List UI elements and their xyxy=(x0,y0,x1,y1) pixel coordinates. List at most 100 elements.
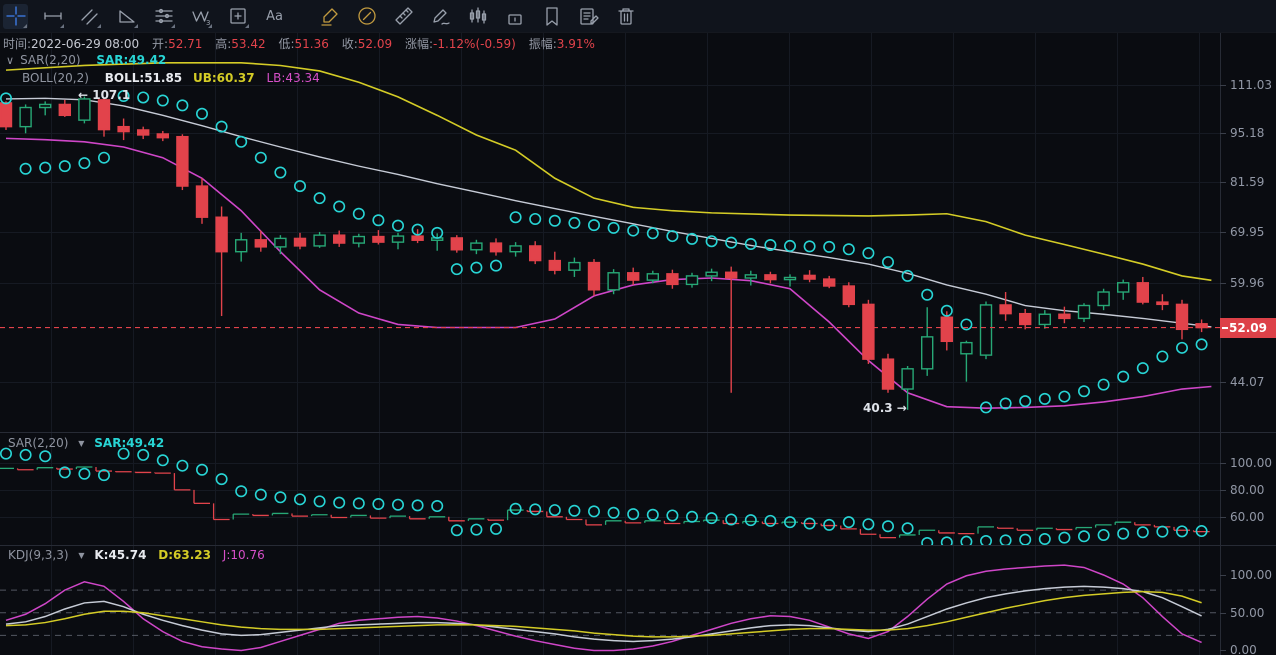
elliott-wave-tool[interactable]: 3 xyxy=(188,4,213,29)
rectangle-tool[interactable] xyxy=(225,4,250,29)
boll-ub-value: UB:60.37 xyxy=(193,71,255,85)
highlighter-icon xyxy=(319,5,341,27)
axis-label-main: 59.96 xyxy=(1230,276,1264,290)
dropdown-corner-icon xyxy=(97,24,101,28)
axis-tick xyxy=(1220,182,1226,183)
amplitude-label: 振幅: xyxy=(529,37,557,51)
high-value: 53.42 xyxy=(231,37,265,51)
drawing-toolbar: 3 Aa xyxy=(0,0,1276,33)
highlighter-tool[interactable] xyxy=(317,4,342,29)
dropdown-corner-icon xyxy=(23,24,27,28)
dropdown-corner-icon xyxy=(245,24,249,28)
kdj-j-value: J:10.76 xyxy=(223,548,265,562)
dropdown-corner-icon xyxy=(171,24,175,28)
kdj-d-value: D:63.23 xyxy=(158,548,211,562)
notes-tool[interactable] xyxy=(576,4,601,29)
axis-label-main: 69.95 xyxy=(1230,225,1264,239)
candle-pattern-tool[interactable] xyxy=(465,4,490,29)
pen-squiggle-icon xyxy=(430,5,452,27)
circle-ruler-icon xyxy=(356,5,378,27)
ohlc-info-line: 时间:2022-06-29 08:00 开:52.71 高:53.42 低:51… xyxy=(3,35,604,52)
time-value: 2022-06-29 08:00 xyxy=(31,37,139,51)
axis-tick xyxy=(1220,463,1226,464)
change-label: 涨幅: xyxy=(405,37,433,51)
high-price-annotation: ← 107.1 xyxy=(78,88,130,102)
axis-tick xyxy=(1220,490,1226,491)
text-tool[interactable]: Aa xyxy=(262,4,287,29)
trend-line-tool[interactable] xyxy=(77,4,102,29)
boll-indicator-name: BOLL(20,2) xyxy=(22,71,89,85)
kdj-k-value: K:45.74 xyxy=(94,548,146,562)
kdj-indicator-name: KDJ(9,3,3) xyxy=(8,548,69,562)
axis-label-main: 81.59 xyxy=(1230,175,1264,189)
text-tool-icon: Aa xyxy=(266,9,283,24)
kdj-pane xyxy=(0,565,1220,650)
lock-tool[interactable] xyxy=(502,4,527,29)
sar-value: SAR:49.42 xyxy=(96,53,166,67)
axis-tick xyxy=(1220,85,1226,86)
axis-tick xyxy=(1220,517,1226,518)
boll-legend-row[interactable]: BOLL(20,2) BOLL:51.85 UB:60.37 LB:43.34 xyxy=(22,71,320,85)
low-label: 低: xyxy=(278,37,294,51)
axis-tick xyxy=(1220,575,1226,576)
crosshair-tool[interactable] xyxy=(3,4,28,29)
high-label: 高: xyxy=(215,37,231,51)
pane2-sar-value: SAR:49.42 xyxy=(94,436,164,450)
triangle-down-icon[interactable]: ▼ xyxy=(78,551,84,560)
main-pane xyxy=(1,63,1212,413)
axis-label-pane2: 60.00 xyxy=(1230,510,1264,524)
last-price-badge: 52.09 xyxy=(1220,318,1276,338)
triangle-tool[interactable] xyxy=(114,4,139,29)
axis-label-pane3: 0.00 xyxy=(1230,643,1257,655)
circle-measure-tool[interactable] xyxy=(354,4,379,29)
trading-app: 3 Aa xyxy=(0,0,1276,655)
axis-label-pane2: 80.00 xyxy=(1230,483,1264,497)
amplitude-value: 3.91% xyxy=(557,37,595,51)
axis-tick xyxy=(1220,133,1226,134)
axis-tick xyxy=(1220,650,1226,651)
candlesticks-icon xyxy=(467,5,489,27)
sar-indicator-name: SAR(2,20) xyxy=(20,53,80,67)
close-label: 收: xyxy=(342,37,358,51)
last-price-value: 52.09 xyxy=(1229,321,1267,335)
chevron-down-icon[interactable]: ∨ xyxy=(6,54,14,67)
boll-mid-value: BOLL:51.85 xyxy=(105,71,182,85)
dropdown-corner-icon xyxy=(134,24,138,28)
axis-label-pane3: 100.00 xyxy=(1230,568,1272,582)
open-label: 开: xyxy=(152,37,168,51)
ruler-icon xyxy=(393,5,415,27)
time-label: 时间: xyxy=(3,37,31,51)
change-value: -1.12%(-0.59) xyxy=(433,37,516,51)
axis-label-main: 44.07 xyxy=(1230,375,1264,389)
axis-tick xyxy=(1220,283,1226,284)
pane2-legend-row[interactable]: SAR(2,20) ▼ SAR:49.42 xyxy=(8,436,164,450)
axis-label-pane3: 50.00 xyxy=(1230,606,1264,620)
dropdown-corner-icon xyxy=(208,24,212,28)
bookmark-tool[interactable] xyxy=(539,4,564,29)
boll-lb-value: LB:43.34 xyxy=(266,71,319,85)
low-price-annotation: 40.3 → xyxy=(863,401,907,415)
low-value: 51.36 xyxy=(295,37,329,51)
axis-label-main: 95.18 xyxy=(1230,126,1264,140)
note-edit-icon xyxy=(578,5,600,27)
lock-icon xyxy=(504,5,526,27)
trash-icon xyxy=(615,5,637,27)
pane3-legend-row[interactable]: KDJ(9,3,3) ▼ K:45.74 D:63.23 J:10.76 xyxy=(8,548,265,562)
bookmark-icon xyxy=(541,5,563,27)
dropdown-corner-icon xyxy=(60,24,64,28)
close-value: 52.09 xyxy=(358,37,392,51)
axis-tick xyxy=(1220,232,1226,233)
brush-tool[interactable] xyxy=(428,4,453,29)
delete-tool[interactable] xyxy=(613,4,638,29)
horizontal-line-tool[interactable] xyxy=(40,4,65,29)
price-tick-icon xyxy=(1222,327,1228,329)
ruler-tool[interactable] xyxy=(391,4,416,29)
axis-tick xyxy=(1220,382,1226,383)
axis-tick xyxy=(1220,613,1226,614)
axis-label-pane2: 100.00 xyxy=(1230,456,1272,470)
sar-legend-row[interactable]: ∨ SAR(2,20) SAR:49.42 xyxy=(6,53,166,67)
triangle-down-icon[interactable]: ▼ xyxy=(78,439,84,448)
parallel-lines-tool[interactable] xyxy=(151,4,176,29)
open-value: 52.71 xyxy=(168,37,202,51)
axis-label-main: 111.03 xyxy=(1230,78,1272,92)
